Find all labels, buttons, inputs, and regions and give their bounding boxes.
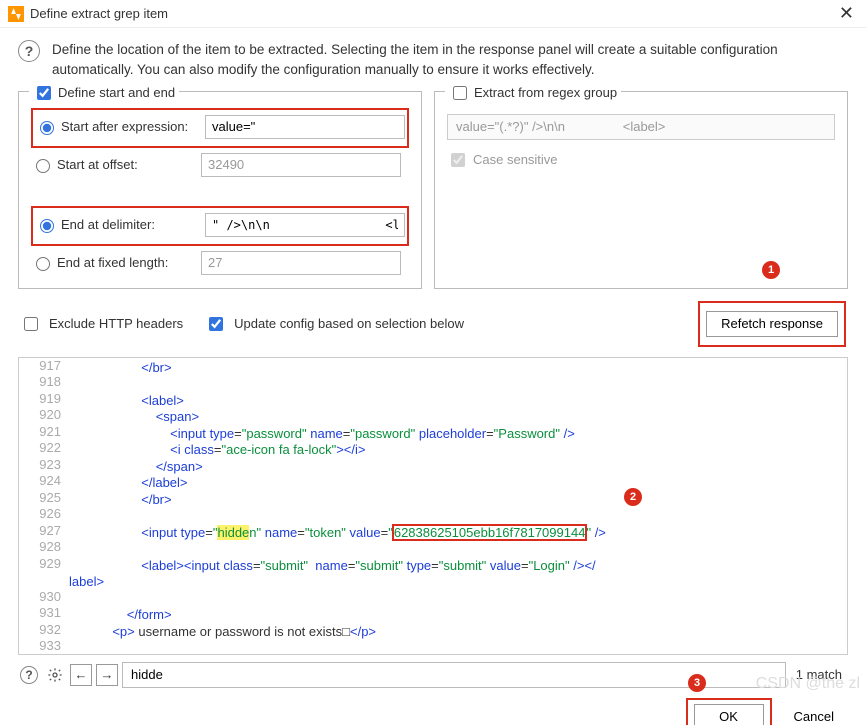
app-icon bbox=[8, 6, 24, 22]
refetch-response-button[interactable]: Refetch response bbox=[706, 311, 838, 337]
cancel-button[interactable]: Cancel bbox=[780, 704, 848, 725]
annotation-badge-2: 2 bbox=[624, 488, 642, 506]
end-at-fixed-length-label: End at fixed length: bbox=[57, 255, 168, 270]
titlebar: Define extract grep item ✕ bbox=[0, 0, 866, 28]
dialog-description: Define the location of the item to be ex… bbox=[52, 40, 848, 81]
extract-regex-checkbox[interactable] bbox=[453, 86, 467, 100]
exclude-http-headers-label: Exclude HTTP headers bbox=[49, 316, 183, 331]
prev-match-icon[interactable]: ← bbox=[70, 664, 92, 686]
search-input[interactable] bbox=[122, 662, 786, 688]
extract-regex-panel: Extract from regex group Case sensitive bbox=[434, 91, 848, 289]
window-title: Define extract grep item bbox=[30, 6, 835, 21]
next-match-icon[interactable]: → bbox=[96, 664, 118, 686]
case-sensitive-label: Case sensitive bbox=[473, 152, 558, 167]
start-after-expression-input[interactable] bbox=[205, 115, 405, 139]
search-match-count: 1 match bbox=[790, 667, 848, 682]
gear-icon[interactable] bbox=[44, 664, 66, 686]
define-start-end-panel: Define start and end Start after express… bbox=[18, 91, 422, 289]
annotation-badge-1: 1 bbox=[762, 261, 780, 279]
ok-button[interactable]: OK bbox=[694, 704, 764, 725]
end-at-delimiter-label: End at delimiter: bbox=[61, 217, 155, 232]
define-start-end-label: Define start and end bbox=[58, 85, 175, 100]
response-code-panel[interactable]: 9179189199209219229239249259269279289299… bbox=[18, 357, 848, 655]
update-config-checkbox[interactable] bbox=[209, 317, 223, 331]
case-sensitive-checkbox bbox=[451, 153, 465, 167]
end-at-delimiter-input[interactable] bbox=[205, 213, 405, 237]
start-after-expression-radio[interactable] bbox=[40, 121, 54, 135]
help-icon-bottom[interactable]: ? bbox=[18, 664, 40, 686]
end-at-fixed-length-radio[interactable] bbox=[36, 257, 50, 271]
start-after-expression-label: Start after expression: bbox=[61, 119, 188, 134]
start-at-offset-label: Start at offset: bbox=[57, 157, 138, 172]
annotation-badge-3: 3 bbox=[688, 674, 706, 692]
start-at-offset-radio[interactable] bbox=[36, 159, 50, 173]
help-icon[interactable]: ? bbox=[18, 40, 40, 62]
define-start-end-checkbox[interactable] bbox=[37, 86, 51, 100]
end-at-fixed-length-input bbox=[201, 251, 401, 275]
update-config-label: Update config based on selection below bbox=[234, 316, 464, 331]
regex-input bbox=[447, 114, 835, 140]
start-at-offset-input bbox=[201, 153, 401, 177]
close-icon[interactable]: ✕ bbox=[835, 3, 858, 24]
exclude-http-headers-checkbox[interactable] bbox=[24, 317, 38, 331]
end-at-delimiter-radio[interactable] bbox=[40, 219, 54, 233]
extract-regex-label: Extract from regex group bbox=[474, 85, 617, 100]
